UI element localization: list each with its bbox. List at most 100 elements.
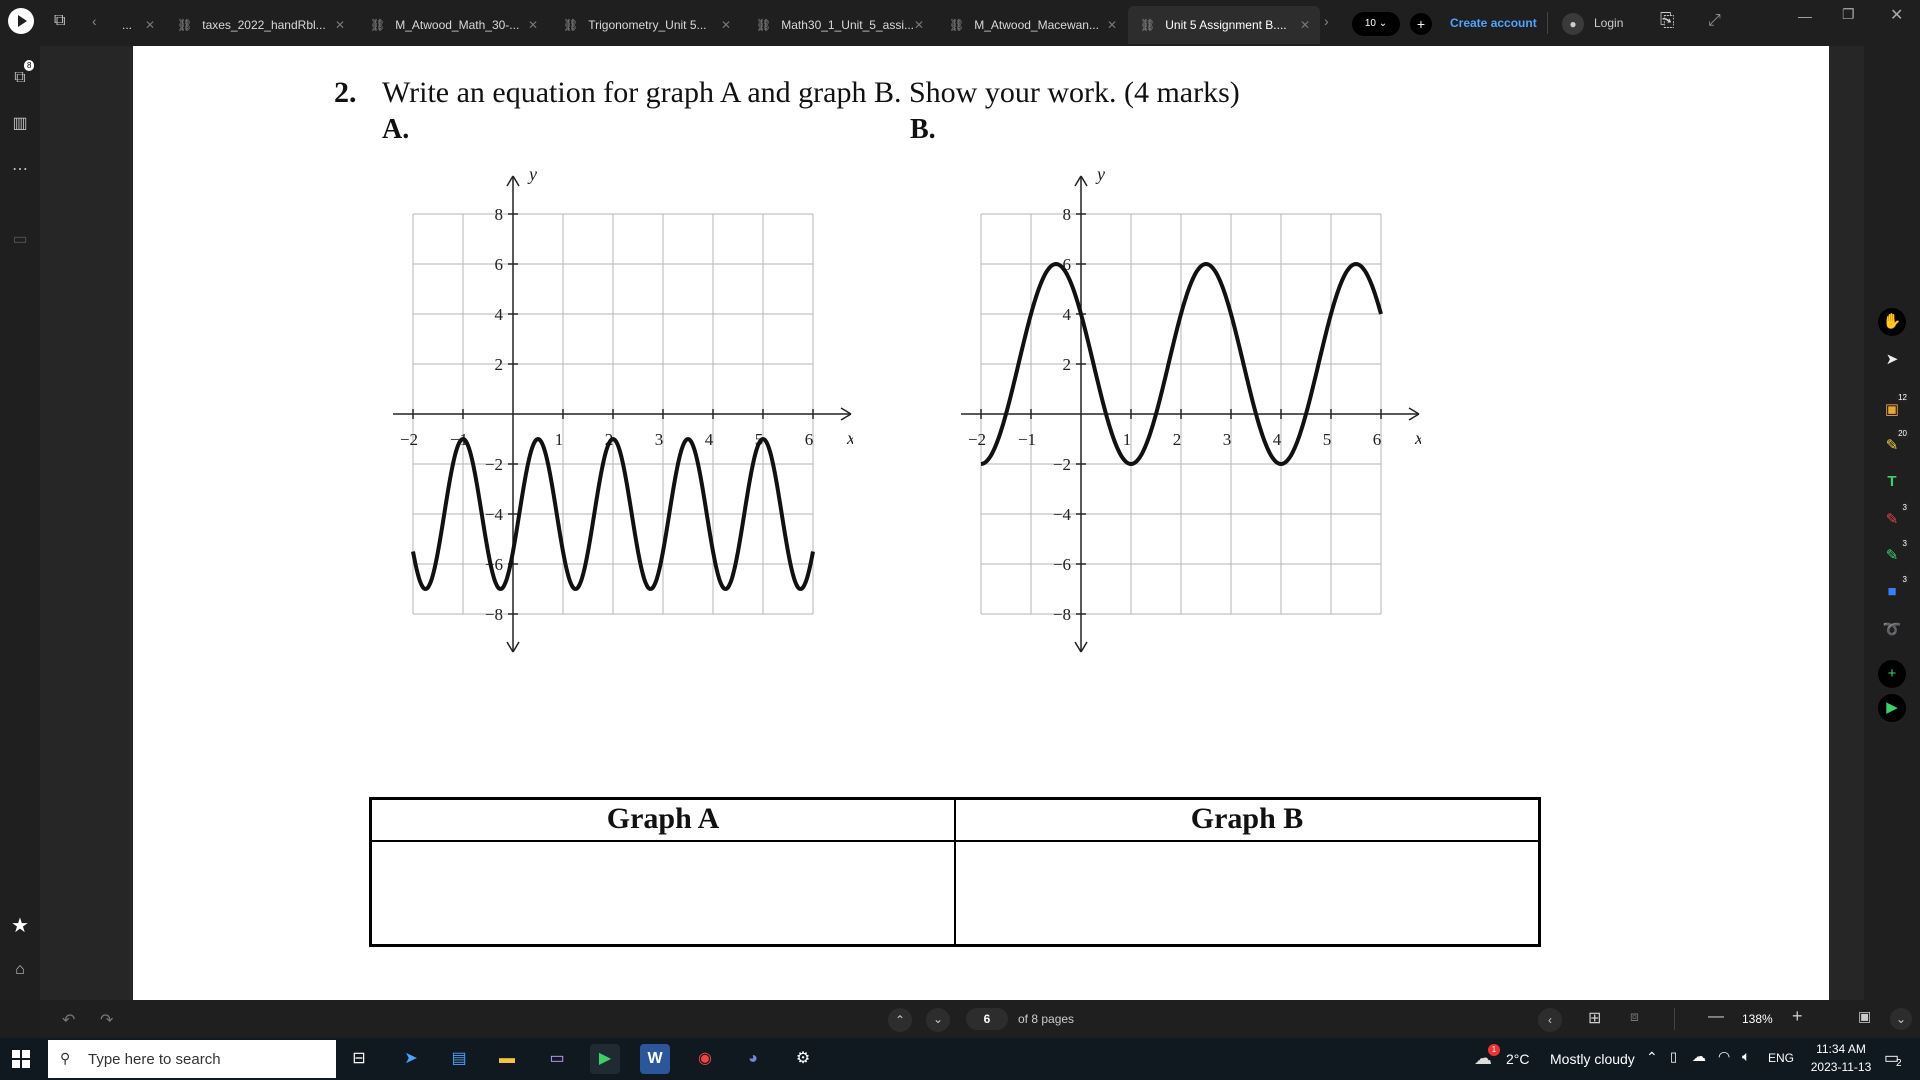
undo-icon[interactable]: ↶	[62, 1010, 75, 1030]
tab-macewan[interactable]: ⛓ M_Atwood_Macewan... ✕	[937, 6, 1127, 44]
weather-text[interactable]: Mostly cloudy	[1550, 1051, 1635, 1067]
weather-alert-badge: 1	[1488, 1044, 1500, 1056]
tab-count-dropdown[interactable]: 10 ⌄	[1352, 12, 1400, 36]
create-account-link[interactable]: Create account	[1450, 16, 1537, 30]
close-icon[interactable]: ✕	[335, 18, 345, 32]
link-icon: ⛓	[563, 18, 579, 32]
answer-cell-graph-a[interactable]	[372, 842, 954, 944]
y-tick-label: −4	[1053, 505, 1072, 524]
layout-icon[interactable]: ⧈	[1630, 1008, 1639, 1025]
right-toolbar: ✋ ➤ ▣ 12 ✎ 20 T ✎ 3 ✎ 3 ■ 3 ➰ + ▶	[1864, 46, 1920, 1000]
notification-count: 2	[1896, 1058, 1902, 1069]
tab-unit5-assign[interactable]: ⛓ Math30_1_Unit_5_assi... ✕	[744, 6, 934, 44]
book-icon[interactable]: ▥	[10, 114, 30, 134]
answer-cell-graph-b[interactable]	[956, 842, 1538, 944]
stamp-icon[interactable]: ▣ 12	[1878, 392, 1910, 424]
tab-hidden[interactable]: ... ✕	[110, 6, 165, 44]
new-tab-button[interactable]: +	[1410, 13, 1432, 35]
back-arrow-icon[interactable]: ‹	[92, 13, 97, 29]
play-icon[interactable]: ▶	[1878, 694, 1906, 722]
app-icon-2[interactable]: ▤	[444, 1044, 474, 1074]
green-pen-icon[interactable]: ✎ 3	[1878, 538, 1910, 570]
tray-app-icon[interactable]: ▯	[1670, 1049, 1677, 1065]
prev-page-button[interactable]: ⌃	[888, 1008, 912, 1032]
login-link[interactable]: Login	[1594, 16, 1623, 30]
tab-label: Unit 5 Assignment B....	[1165, 18, 1287, 32]
fit-page-icon[interactable]: ▣	[1858, 1008, 1871, 1025]
y-tick-label: 2	[1063, 355, 1072, 374]
language-indicator[interactable]: ENG	[1768, 1051, 1794, 1065]
sidebar-toggle-button[interactable]: ‹	[1538, 1008, 1562, 1032]
kami-app-icon[interactable]: ▶	[590, 1044, 620, 1074]
close-icon[interactable]: ✕	[1107, 18, 1117, 32]
x-tick-label: 3	[655, 430, 664, 449]
word-icon[interactable]: W	[640, 1044, 670, 1074]
restore-icon[interactable]: ❐	[1842, 6, 1855, 23]
more-icon[interactable]: ⋯	[10, 160, 30, 180]
app-icon-3[interactable]: ▭	[542, 1044, 572, 1074]
graduation-icon[interactable]: ⌂	[10, 960, 30, 980]
tab-taxes[interactable]: ⛓ taxes_2022_handRbl... ✕	[165, 6, 355, 44]
star-icon[interactable]: ★	[10, 916, 30, 936]
zoom-out-icon[interactable]: —	[1708, 1008, 1724, 1026]
zoom-level[interactable]: 138%	[1742, 1012, 1773, 1026]
tab-math30[interactable]: ⛓ M_Atwood_Math_30-... ✕	[358, 6, 548, 44]
close-icon[interactable]: ✕	[1300, 18, 1310, 32]
lasso-icon[interactable]: ➰	[1878, 616, 1906, 644]
forward-arrow-icon[interactable]: ›	[1324, 13, 1329, 29]
user-icon[interactable]: ●	[1562, 13, 1584, 35]
wifi-icon[interactable]: ◠	[1718, 1048, 1730, 1065]
highlighter-icon[interactable]: ✎ 20	[1878, 428, 1910, 460]
x-axis-label: x	[1414, 428, 1421, 448]
close-icon[interactable]: ✕	[145, 18, 155, 32]
grid-view-icon[interactable]: ⊞	[1588, 1008, 1601, 1028]
taskbar-search[interactable]: ⚲ Type here to search	[48, 1040, 336, 1078]
zoom-in-icon[interactable]: +	[1792, 1006, 1803, 1027]
question-text: Write an equation for graph A and graph …	[382, 76, 1240, 109]
hand-tool-icon[interactable]: ✋	[1878, 308, 1906, 336]
app-logo-icon[interactable]	[8, 8, 34, 34]
close-icon[interactable]: ✕	[721, 18, 731, 32]
discord-icon[interactable]: ◕	[738, 1044, 768, 1074]
page-number-input[interactable]: 6	[966, 1008, 1008, 1030]
minimize-icon[interactable]: —	[1798, 8, 1812, 24]
x-tick-label: −1	[1018, 430, 1036, 449]
weather-temp[interactable]: 2°C	[1506, 1051, 1530, 1067]
next-page-button[interactable]: ⌄	[926, 1008, 950, 1032]
add-tool-icon[interactable]: +	[1878, 660, 1906, 688]
close-icon[interactable]: ✕	[528, 18, 538, 32]
expand-icon[interactable]: ⤢	[1708, 12, 1721, 30]
clock-time[interactable]: 11:34 AM	[1806, 1042, 1876, 1056]
share-icon[interactable]: ⎘	[1660, 10, 1674, 31]
y-tick-label: −2	[485, 455, 503, 474]
link-icon: ⛓	[756, 18, 772, 32]
table-header-graph-a: Graph A	[606, 802, 720, 835]
y-tick-label: −6	[1053, 555, 1071, 574]
clock-date[interactable]: 2023-11-13	[1802, 1060, 1880, 1074]
tab-unit5-b[interactable]: ⛓ Unit 5 Assignment B.... ✕	[1128, 6, 1320, 44]
close-icon[interactable]: ✕	[914, 18, 924, 32]
chrome-icon[interactable]: ◉	[690, 1044, 720, 1074]
tray-chevron-icon[interactable]: ⌃	[1646, 1049, 1658, 1066]
tab-label: M_Atwood_Macewan...	[974, 18, 1099, 32]
task-view-icon[interactable]: ⊟	[344, 1044, 374, 1074]
tab-trig[interactable]: ⛓ Trigonometry_Unit 5... ✕	[551, 6, 741, 44]
red-pen-icon[interactable]: ✎ 3	[1878, 502, 1910, 534]
redo-icon[interactable]: ↷	[100, 1010, 113, 1030]
close-window-icon[interactable]: ✕	[1890, 5, 1903, 25]
app-icon-1[interactable]: ➤	[396, 1044, 426, 1074]
file-explorer-icon[interactable]: ▬	[492, 1044, 522, 1074]
tab-label: Trigonometry_Unit 5...	[588, 18, 707, 32]
settings-icon[interactable]: ⚙	[788, 1044, 818, 1074]
shape-icon[interactable]: ■ 3	[1878, 574, 1910, 606]
text-tool-icon[interactable]: T	[1878, 468, 1906, 496]
more-options-icon[interactable]: ⌄	[1890, 1008, 1912, 1030]
windows-start-icon[interactable]	[12, 1050, 30, 1068]
volume-icon[interactable]: 🔈︎	[1742, 1048, 1750, 1065]
library-icon[interactable]: ⧉	[54, 12, 65, 30]
bookmark-icon[interactable]: ▭	[10, 230, 30, 250]
select-arrow-icon[interactable]: ➤	[1878, 346, 1906, 374]
pages-icon[interactable]: ⧉ 8	[10, 60, 35, 88]
onedrive-icon[interactable]: ☁	[1692, 1048, 1706, 1065]
link-icon: ⛓	[370, 18, 386, 32]
